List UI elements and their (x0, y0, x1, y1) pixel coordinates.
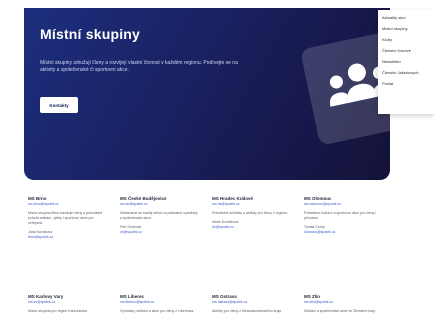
branch-email-link[interactable]: ms.zlin@spolek.cz (304, 300, 382, 305)
menu-item[interactable]: Kluby (378, 34, 435, 45)
branch-description: Setkání a společenské akce ve Zlínském k… (304, 309, 376, 313)
menu-item[interactable]: Newsletter (378, 56, 435, 67)
branch-card: MS Hradec Králové ms.hk@spolek.cz Pravid… (212, 196, 290, 230)
branch-email-link[interactable]: ms.olomouc@spolek.cz (304, 202, 382, 207)
branch-email-link[interactable]: ms.kv@spolek.cz (28, 300, 106, 305)
hero-description: Místní skupiny sdružují členy a rozvíjej… (40, 60, 238, 73)
branch-email-link[interactable]: ms.liberec@spolek.cz (120, 300, 198, 305)
branch-email-link[interactable]: ms.cb@spolek.cz (120, 202, 198, 207)
menu-item[interactable]: Aktuality akcí (378, 12, 435, 23)
contacts-button[interactable]: Kontakty (40, 97, 78, 113)
branch-description: Aktivity pro členy z Moravskoslezského k… (212, 309, 283, 313)
branch-card: MS Brno ms.brno@spolek.cz Místní skupina… (28, 196, 106, 240)
branch-email-link[interactable]: ms.ostrava@spolek.cz (212, 300, 290, 305)
branch-email-link[interactable]: ms.hk@spolek.cz (212, 202, 290, 207)
branch-card: MS Olomouc ms.olomouc@spolek.cz Pořádáme… (304, 196, 382, 235)
menu-item[interactable]: Poslat (378, 78, 435, 89)
branch-description: Místní skupina pro region Karlovarska. (28, 309, 88, 313)
hero-illustration (299, 28, 390, 146)
branch-description: Pravidelné schůzky a aktivity pro členy … (212, 211, 289, 215)
branch-contact-link[interactable]: hk@spolek.cz (212, 225, 290, 230)
branch-description: Pořádáme kulturní a sportovní akce pro č… (304, 211, 377, 220)
branch-description: Setkáváme se každý měsíc a pořádáme vych… (120, 211, 198, 220)
branch-contact-link[interactable]: olomouc@spolek.cz (304, 230, 382, 235)
menu-item[interactable]: Místní skupiny (378, 23, 435, 34)
branch-email-link[interactable]: ms.brno@spolek.cz (28, 202, 106, 207)
branch-card: MS Zlín ms.zlin@spolek.cz Setkání a spol… (304, 294, 382, 314)
branch-card: MS Ostrava ms.ostrava@spolek.cz Aktivity… (212, 294, 290, 314)
branch-contact-link[interactable]: brno@spolek.cz (28, 235, 106, 240)
branch-contact-link[interactable]: cb@spolek.cz (120, 230, 198, 235)
branch-card: MS Karlovy Vary ms.kv@spolek.cz Místní s… (28, 294, 106, 314)
menu-item[interactable]: Členství Jakešových (378, 67, 435, 78)
branch-card: MS Liberec ms.liberec@spolek.cz Vycházky… (120, 294, 198, 314)
hero-banner: Místní skupiny Místní skupiny sdružují č… (24, 8, 390, 180)
branch-card: MS České Budějovice ms.cb@spolek.cz Setk… (120, 196, 198, 235)
menu-item[interactable]: Členství Kávové (378, 45, 435, 56)
branch-description: Místní skupina Brno sdružuje členy a pra… (28, 211, 103, 225)
page-title: Místní skupiny (40, 26, 141, 42)
dropdown-menu: Aktuality akcí Místní skupiny Kluby Člen… (378, 10, 435, 114)
branch-description: Vycházky, setkání a akce pro členy z Lib… (120, 309, 195, 313)
